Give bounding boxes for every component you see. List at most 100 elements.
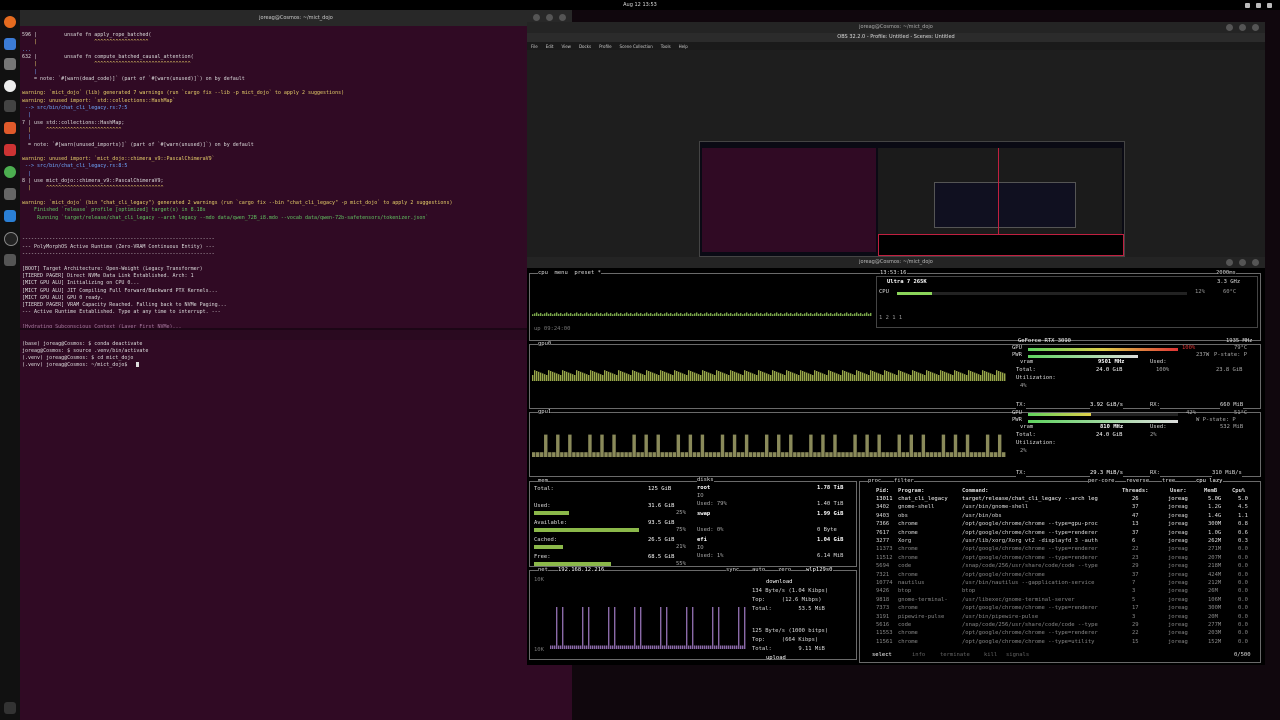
proc-filter[interactable]: filter	[894, 478, 914, 485]
network-icon[interactable]	[1245, 2, 1250, 8]
process-row[interactable]: 9403 obs/usr/bin/obs 47 joreag 1.4G 1.1	[860, 513, 1258, 521]
net-sync[interactable]: sync	[726, 567, 740, 574]
files-icon[interactable]	[4, 38, 16, 50]
proc-header-cpu[interactable]: Cpu%	[1232, 488, 1245, 495]
terminal-split[interactable]	[20, 330, 572, 340]
volume-icon[interactable]	[1256, 2, 1261, 8]
graph-bar	[666, 372, 668, 381]
obs-gnome-bar[interactable]: joreag@Cosmos: ~/mict_dojo	[527, 22, 1265, 33]
btop-titlebar[interactable]: joreag@Cosmos: ~/mict_dojo	[527, 257, 1265, 268]
proc-box[interactable]: proc filter per-core reverse tree cpu la…	[859, 478, 1261, 663]
graph-bar	[582, 607, 584, 649]
process-row[interactable]: 11553 chrome/opt/google/chrome/chrome --t…	[860, 630, 1258, 638]
proc-reverse[interactable]: reverse	[1126, 478, 1150, 485]
obs-menu-item[interactable]: Tools	[661, 44, 671, 49]
proc-footer-kill[interactable]: kill	[984, 652, 997, 659]
process-row[interactable]: 3277 Xorg/usr/lib/xorg/Xorg vt2 -displayf…	[860, 538, 1258, 546]
software-icon[interactable]	[4, 122, 16, 134]
app-icon[interactable]	[4, 144, 16, 156]
gpu0-rx: 660 MiB	[1220, 402, 1244, 409]
process-row[interactable]: 9426 btop btop 3 joreag 26M 0.0	[860, 588, 1258, 596]
proc-mem: 203M	[1208, 630, 1222, 637]
cpu-freq: 3.3 GHz	[1217, 279, 1241, 285]
obs-minimize-button[interactable]	[1226, 24, 1233, 31]
vscode-icon[interactable]	[4, 210, 16, 222]
net-zero[interactable]: zero	[778, 567, 792, 574]
proc-header-command[interactable]: Command:	[962, 488, 989, 495]
process-row[interactable]: 7366 chrome/opt/google/chrome/chrome --ty…	[860, 521, 1258, 529]
terminal-lower-line: (base) joreag@Cosmos: $ conda deactivate	[22, 341, 143, 347]
graph-bar	[578, 371, 580, 381]
process-row[interactable]: 13011 chat_cli_legacy target/release/chat_…	[860, 496, 1258, 504]
process-row[interactable]: 11512 chrome/opt/google/chrome/chrome --t…	[860, 555, 1258, 563]
terminal-window[interactable]: joreag@Cosmos: ~/mict_dojo 596 | unsafe …	[20, 10, 572, 720]
proc-sort[interactable]: cpu lazy	[1196, 478, 1223, 485]
obs-icon[interactable]	[4, 80, 16, 92]
graph-bar	[726, 374, 728, 381]
proc-header-pid[interactable]: Pid:	[876, 488, 889, 495]
github-icon[interactable]	[4, 232, 18, 246]
process-row[interactable]: 5616 code/snap/code/256/usr/share/code/co…	[860, 622, 1258, 630]
proc-footer-signals[interactable]: signals	[1006, 652, 1029, 659]
minimize-button[interactable]	[533, 14, 540, 21]
obs-menu-item[interactable]: View	[561, 44, 571, 49]
obs-menu-item[interactable]: Profile	[599, 44, 611, 49]
net-auto[interactable]: auto	[752, 567, 766, 574]
proc-header-threads[interactable]: Threads:	[1122, 488, 1149, 495]
settings-icon[interactable]	[4, 188, 16, 200]
maximize-button[interactable]	[546, 14, 553, 21]
firefox-icon[interactable]	[4, 16, 16, 28]
show-apps-icon[interactable]	[4, 702, 16, 714]
clock[interactable]: Aug 12 13:53	[0, 0, 1280, 10]
obs-menu-item[interactable]: File	[531, 44, 538, 49]
process-row[interactable]: 10774 nautilus/usr/bin/nautilus --gapplic…	[860, 580, 1258, 588]
obs-maximize-button[interactable]	[1239, 24, 1246, 31]
obs-menu-item[interactable]: Scene Collection	[620, 44, 653, 49]
process-row[interactable]: 11561 chrome/opt/google/chrome/chrome --t…	[860, 639, 1258, 647]
chrome-icon[interactable]	[4, 166, 16, 178]
process-list[interactable]: 13011 chat_cli_legacy target/release/chat_…	[860, 496, 1258, 648]
obs-menu-item[interactable]: Help	[679, 44, 688, 49]
obs-preview[interactable]	[699, 141, 1125, 257]
proc-header-user[interactable]: User:	[1170, 488, 1187, 495]
cpu-header[interactable]: cpu menu preset *	[538, 270, 601, 277]
graph-bar	[992, 374, 994, 381]
obs-menu-item[interactable]: Docks	[579, 44, 591, 49]
app-icon-2[interactable]	[4, 254, 16, 266]
proc-user: joreag	[1168, 622, 1188, 628]
net-iface[interactable]: wlp129s0	[806, 567, 833, 574]
obs-menu-item[interactable]: Edit	[546, 44, 554, 49]
terminal-icon[interactable]	[4, 100, 16, 112]
process-row[interactable]: 3191 pipewire-pulse/usr/bin/pipewire-puls…	[860, 614, 1258, 622]
proc-footer-terminate[interactable]: terminate	[940, 652, 970, 659]
obs-window[interactable]: joreag@Cosmos: ~/mict_dojo OBS 32.2.0 - …	[527, 22, 1265, 262]
proc-mem: 262M	[1208, 538, 1222, 544]
graph-bar	[652, 314, 654, 316]
close-button[interactable]	[559, 14, 566, 21]
process-row[interactable]: 7617 chrome/opt/google/chrome/chrome --ty…	[860, 530, 1258, 538]
proc-per-core[interactable]: per-core	[1088, 478, 1115, 485]
process-row[interactable]: 7321 chrome/opt/google/chrome/chrome 37 jor…	[860, 572, 1258, 580]
graph-bar	[793, 452, 797, 457]
proc-tree[interactable]: tree	[1162, 478, 1176, 485]
terminal-titlebar[interactable]: joreag@Cosmos: ~/mict_dojo	[20, 10, 572, 26]
graph-bar	[837, 452, 841, 457]
process-row[interactable]: 11373 chrome/opt/google/chrome/chrome --t…	[860, 546, 1258, 554]
process-row[interactable]: 5694 code/snap/code/256/usr/share/code/co…	[860, 563, 1258, 571]
obs-close-button[interactable]	[1252, 24, 1259, 31]
process-row[interactable]: 7373 chrome/opt/google/chrome/chrome --ty…	[860, 605, 1258, 613]
proc-footer-select[interactable]: select	[872, 652, 892, 659]
proc-footer-info[interactable]: info	[912, 652, 925, 659]
proc-header-mem[interactable]: MemB	[1204, 488, 1217, 495]
btop-close-button[interactable]	[1252, 259, 1259, 266]
drive-icon[interactable]	[4, 58, 16, 70]
power-icon[interactable]	[1267, 2, 1272, 8]
proc-header-program[interactable]: Program:	[898, 488, 925, 495]
system-tray[interactable]	[1245, 0, 1272, 10]
graph-bar	[818, 313, 820, 316]
btop-minimize-button[interactable]	[1226, 259, 1233, 266]
btop-window[interactable]: joreag@Cosmos: ~/mict_dojo cpu menu pres…	[527, 257, 1265, 665]
btop-maximize-button[interactable]	[1239, 259, 1246, 266]
process-row[interactable]: 9818 gnome-terminal- /usr/libexec/gnome-te…	[860, 597, 1258, 605]
process-row[interactable]: 3402 gnome-shell/usr/bin/gnome-shell 37 jor…	[860, 504, 1258, 512]
